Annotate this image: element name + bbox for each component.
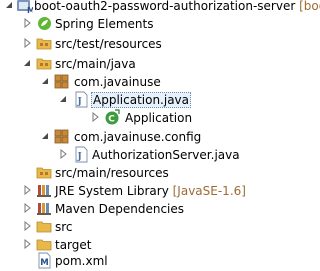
tree-item-package-com-javainuse[interactable]: com.javainuse: [0, 72, 287, 92]
tree-item-label-group: JRE System Library [JavaSE-1.6]: [55, 184, 246, 198]
tree-item-label: com.javainuse: [74, 75, 161, 89]
tree-item-label: pom.xml: [55, 254, 108, 268]
tree-item-label: src: [55, 220, 73, 234]
tree-item-label: Application.java: [91, 92, 192, 108]
collapsed-arrow-icon[interactable]: [22, 239, 32, 249]
tree-item-label: src/main/java: [55, 57, 136, 71]
tree-item-src[interactable]: src: [0, 217, 287, 237]
source-folder-icon: [36, 58, 52, 70]
svg-text:J: J: [77, 97, 82, 107]
collapsed-arrow-icon[interactable]: [22, 203, 32, 213]
spring-icon: [38, 17, 51, 30]
tree-item-label: Application: [125, 111, 193, 125]
expanded-arrow-icon[interactable]: [58, 94, 68, 104]
project-icon: M: [17, 0, 33, 14]
svg-text:M: M: [40, 258, 48, 268]
xml-file-icon: M: [38, 252, 51, 269]
tree-item-pom-xml[interactable]: M pom.xml: [0, 251, 287, 271]
tree-item-package-com-javainuse-config[interactable]: com.javainuse.config: [0, 127, 287, 147]
svg-text:J: J: [77, 152, 82, 162]
svg-text:C: C: [108, 115, 115, 125]
collapsed-arrow-icon[interactable]: [58, 149, 68, 159]
tree-item-src-main-java[interactable]: src/main/java: [0, 54, 287, 74]
project-name: boot-oauth2-password-authorization-serve…: [34, 0, 320, 14]
tree-item-label: Maven Dependencies: [55, 202, 185, 216]
collapsed-arrow-icon[interactable]: [22, 221, 32, 231]
expanded-arrow-icon[interactable]: [22, 58, 32, 68]
tree-item-application-java[interactable]: J Application.java: [0, 90, 287, 110]
library-icon: [37, 185, 51, 197]
jre-version-decoration: [JavaSE-1.6]: [172, 184, 246, 198]
project-explorer-tree: M boot-oauth2-password-authorization-ser…: [0, 0, 320, 271]
collapsed-arrow-icon[interactable]: [90, 112, 100, 122]
expanded-arrow-icon[interactable]: [40, 131, 50, 141]
tree-item-label: src/main/resources: [55, 166, 169, 180]
tree-item-label: Spring Elements: [55, 17, 154, 31]
package-icon: [54, 129, 69, 144]
tree-item-label: AuthorizationServer.java: [92, 148, 240, 162]
tree-item-authorizationserver-java[interactable]: J AuthorizationServer.java: [0, 145, 287, 165]
expanded-arrow-icon[interactable]: [4, 0, 14, 10]
package-icon: [54, 74, 69, 89]
java-file-icon: J: [75, 91, 88, 108]
tree-item-src-test-resources[interactable]: src/test/resources: [0, 34, 287, 54]
project-decoration: [boo: [299, 0, 320, 13]
tree-item-label: com.javainuse.config: [74, 130, 202, 144]
source-folder-icon: [36, 167, 52, 179]
source-folder-icon: [36, 38, 52, 50]
tree-item-maven-dependencies[interactable]: Maven Dependencies: [0, 199, 287, 219]
tree-item-spring-elements[interactable]: Spring Elements: [0, 14, 287, 34]
tree-item-application-class[interactable]: C Application: [0, 108, 287, 128]
collapsed-arrow-icon[interactable]: [22, 38, 32, 48]
tree-item-src-main-resources[interactable]: src/main/resources: [0, 163, 287, 183]
expanded-arrow-icon[interactable]: [40, 76, 50, 86]
library-icon: [37, 203, 51, 215]
class-icon: C: [105, 109, 120, 125]
tree-item-jre-system-library[interactable]: JRE System Library [JavaSE-1.6]: [0, 181, 287, 201]
svg-text:M: M: [27, 6, 33, 14]
java-file-icon: J: [75, 146, 88, 163]
collapsed-arrow-icon[interactable]: [22, 18, 32, 28]
tree-item-label: src/test/resources: [55, 37, 162, 51]
folder-icon: [36, 221, 52, 233]
collapsed-arrow-icon[interactable]: [22, 185, 32, 195]
